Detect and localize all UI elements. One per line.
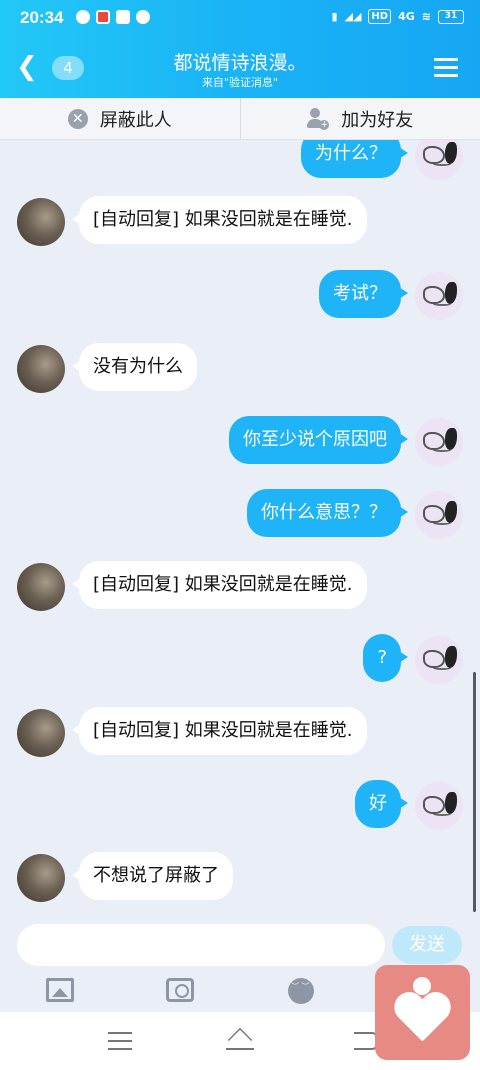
my-avatar[interactable] <box>415 418 463 466</box>
message-row: ? <box>0 634 480 684</box>
status-right: ▮ ◢◢ HD 4G ≋ 31 <box>331 9 464 24</box>
image-icon[interactable] <box>46 978 74 1002</box>
send-button[interactable]: 发送 <box>392 926 462 964</box>
message-row: [自动回复] 如果没回就是在睡觉. <box>0 707 480 757</box>
status-bar: 20:34 ▮ ◢◢ HD 4G ≋ 31 <box>0 0 480 36</box>
menu-icon[interactable] <box>108 1032 132 1056</box>
network-badge: HD <box>368 9 392 24</box>
my-avatar[interactable] <box>415 272 463 320</box>
hamburger-menu-icon[interactable] <box>434 58 458 78</box>
contact-avatar[interactable] <box>17 345 65 393</box>
battery-icon: 31 <box>438 9 464 24</box>
music-icon <box>76 10 90 24</box>
contact-avatar[interactable] <box>17 563 65 611</box>
my-avatar[interactable] <box>415 636 463 684</box>
outgoing-message-bubble[interactable]: ? <box>363 634 408 682</box>
outgoing-message-bubble[interactable]: 为什么？ <box>301 140 408 178</box>
add-person-icon: + <box>307 107 330 130</box>
incoming-message-bubble[interactable]: [自动回复] 如果没回就是在睡觉. <box>72 707 367 755</box>
block-user-label: 屏蔽此人 <box>99 109 172 131</box>
incoming-message-bubble[interactable]: 不想说了屏蔽了 <box>72 852 233 900</box>
stranger-action-bar: ✕ 屏蔽此人 + 加为好友 <box>0 98 480 140</box>
status-time: 20:34 <box>20 8 64 27</box>
vibrate-icon: ▮ <box>331 10 338 23</box>
emoji-icon[interactable] <box>288 978 314 1004</box>
message-icon <box>116 10 130 24</box>
message-row: 你什么意思？？ <box>0 489 480 539</box>
camera-icon[interactable] <box>166 978 194 1002</box>
wifi-icon: ≋ <box>421 10 431 23</box>
incoming-message-bubble[interactable]: [自动回复] 如果没回就是在睡觉. <box>72 196 367 244</box>
message-row: 没有为什么 <box>0 343 480 393</box>
home-icon[interactable] <box>226 1027 254 1053</box>
signal-icon: ◢◢ <box>344 10 362 23</box>
chat-title: 都说情诗浪漫。 <box>173 52 307 74</box>
chat-scrollbar[interactable] <box>473 672 476 912</box>
message-row: 不想说了屏蔽了 <box>0 852 480 902</box>
block-icon: ✕ <box>67 108 88 129</box>
message-row: 为什么？ <box>0 140 480 180</box>
message-row: 考试？ <box>0 270 480 320</box>
contact-avatar[interactable] <box>17 709 65 757</box>
chat-subtitle: 来自"验证消息" <box>201 76 279 89</box>
message-row: 你至少说个原因吧 <box>0 416 480 466</box>
message-row: 好 <box>0 780 480 830</box>
floating-heart-app-icon[interactable] <box>375 965 470 1060</box>
composer: 发送 <box>0 912 480 972</box>
message-list[interactable]: 为什么？ [自动回复] 如果没回就是在睡觉. 考试？ 没有为什么 你至少说个原因… <box>0 140 480 910</box>
message-row: [自动回复] 如果没回就是在睡觉. <box>0 561 480 611</box>
message-row: [自动回复] 如果没回就是在睡觉. <box>0 196 480 246</box>
contact-avatar[interactable] <box>17 854 65 902</box>
outgoing-message-bubble[interactable]: 你至少说个原因吧 <box>229 416 408 464</box>
notification-icons <box>76 10 150 24</box>
my-avatar[interactable] <box>415 140 463 180</box>
incoming-message-bubble[interactable]: [自动回复] 如果没回就是在睡觉. <box>72 561 367 609</box>
outgoing-message-bubble[interactable]: 考试？ <box>319 270 408 318</box>
chat-header: ❮ 4 都说情诗浪漫。 来自"验证消息" <box>0 36 480 98</box>
outgoing-message-bubble[interactable]: 好 <box>355 780 408 828</box>
outgoing-message-bubble[interactable]: 你什么意思？？ <box>247 489 408 537</box>
message-input[interactable] <box>17 924 385 966</box>
contact-avatar[interactable] <box>17 198 65 246</box>
title-bar: 20:34 ▮ ◢◢ HD 4G ≋ 31 ❮ 4 都说情诗浪漫。 来自"验证消… <box>0 0 480 98</box>
my-avatar[interactable] <box>415 491 463 539</box>
my-avatar[interactable] <box>415 782 463 830</box>
app-notification-icon <box>96 10 110 24</box>
cloud-icon <box>136 10 150 24</box>
add-friend-button[interactable]: + 加为好友 <box>239 98 480 139</box>
add-friend-label: 加为好友 <box>341 109 414 131</box>
incoming-message-bubble[interactable]: 没有为什么 <box>72 343 197 391</box>
block-user-button[interactable]: ✕ 屏蔽此人 <box>0 98 240 139</box>
cellular-label: 4G <box>398 10 415 23</box>
